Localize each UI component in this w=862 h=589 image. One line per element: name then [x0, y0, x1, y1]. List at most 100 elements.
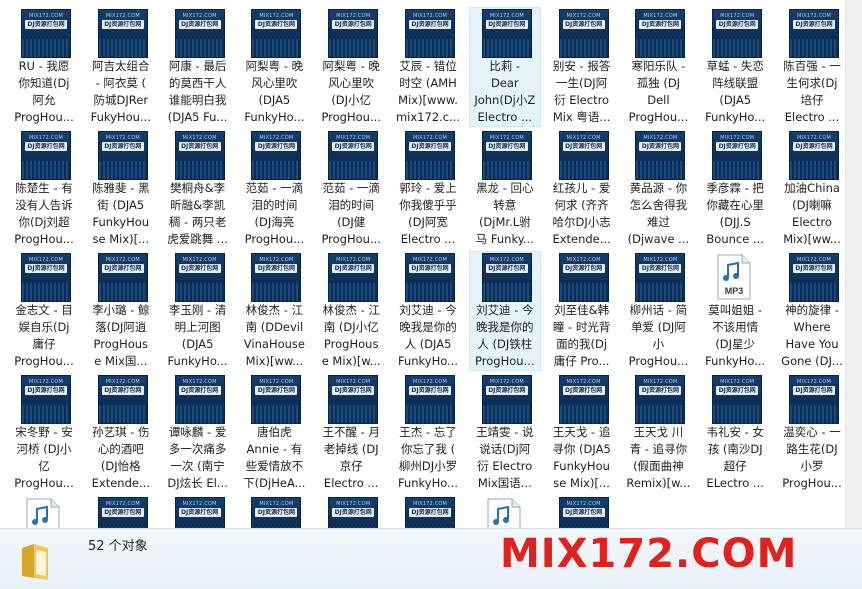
album-thumbnail: MIX172.COM DJ资源打包网 — [406, 254, 454, 301]
file-item[interactable]: MP3 — [469, 495, 541, 528]
thumbnail-site-text: MIX172.COM — [489, 257, 524, 263]
file-item[interactable]: MIX172.COM DJ资源打包网 陈雅斐 - 黑 街 (DJA5 FunkyHo… — [85, 129, 157, 249]
album-thumbnail: MIX172.COM DJ资源打包网 — [482, 10, 531, 57]
album-thumbnail: MIX172.COM DJ资源打包网 — [482, 376, 531, 423]
file-item[interactable]: MIX172.COM DJ资源打包网 阿康 - 最后 的莫西干人 谁能明白我 (DJ… — [162, 7, 234, 127]
thumbnail-site-text: MIX172.COM — [489, 135, 524, 141]
file-item[interactable]: MIX172.COM DJ资源打包网 陈百强 - 一 生何求(Dj 培仔 Elect… — [776, 7, 845, 127]
thumbnail-site-text: MIX172.COM — [412, 501, 448, 507]
file-item[interactable]: MIX172.COM DJ资源打包网 黄品源 - 你 怎么舍得我 难过 (Djwav… — [622, 129, 694, 249]
file-name: 王不醒 - 月 老掉线 (DJ 京仔 Electro ... — [322, 425, 380, 490]
file-item[interactable]: MIX172.COM DJ资源打包网 — [162, 495, 234, 528]
file-item[interactable]: MIX172.COM DJ资源打包网 林俊杰 - 江 南 (DDevil VinaH… — [238, 251, 310, 371]
file-item[interactable]: MIX172.COM DJ资源打包网 加油China (DJ喇嘛 Electro M… — [776, 129, 845, 249]
file-item[interactable]: MIX172.COM DJ资源打包网 温奕心 - 一 路生花(DJ 小罗 ProgH… — [776, 373, 845, 493]
file-item[interactable]: MIX172.COM DJ资源打包网 季彦霖 - 把 你藏在心里 (DJJ.S Bo… — [699, 129, 771, 249]
thumbnail-site-text: MIX172.COM — [566, 13, 601, 19]
file-item[interactable]: MIX172.COM DJ资源打包网 寒阳乐队 - 孤独 (DJ Dell Prog… — [622, 7, 694, 127]
file-item[interactable]: MIX172.COM DJ资源打包网 宋冬野 - 安 河桥 (DJ小 亿 ProgH… — [8, 373, 80, 493]
file-item[interactable]: MIX172.COM DJ资源打包网 比莉 - Dear John(Dj小Z Ele… — [468, 7, 541, 127]
thumbnail-brand-text: DJ资源打包网 — [562, 142, 605, 151]
file-item[interactable]: MIX172.COM DJ资源打包网 谭咏麟 - 爱 多一次痛多 一次 (南宁 DJ… — [162, 373, 234, 493]
album-thumbnail: MIX172.COM DJ资源打包网 — [790, 376, 838, 423]
file-item[interactable]: MIX172.COM DJ资源打包网 陈楚生 - 有 没有人告诉 你(Dj刘超 Pr… — [8, 129, 80, 249]
thumbnail-brand-text: DJ资源打包网 — [25, 20, 67, 29]
file-item[interactable]: MIX172.COM DJ资源打包网 神的旋律 - Where Have You G… — [776, 251, 845, 371]
file-item[interactable]: MIX172.COM DJ资源打包网 刘艾迪 - 今 晚我是你的 人 (DJ铁柱 P… — [468, 251, 541, 371]
thumbnail-wave — [175, 39, 224, 57]
file-item[interactable]: MIX172.COM DJ资源打包网 金志文 - 目 娱自乐(Dj 庸仔 ProgH… — [8, 251, 80, 371]
file-item[interactable]: MIX172.COM DJ资源打包网 别安 - 报答 一生(DJ阿 衍 Electr… — [546, 7, 618, 127]
file-name: 范茹 - 一滴 泪的时间 (DJ健 ProgHou... — [321, 181, 381, 246]
file-name: 孙艺琪 - 伤 心的酒吧 (DJ怡格 Extende... — [91, 425, 150, 490]
file-item[interactable]: MIX172.COM DJ资源打包网 阿梨粤 - 晚 风心里吹 (DJ小亿 Prog… — [315, 7, 387, 127]
thumbnail-wave — [482, 405, 531, 423]
thumbnail-site-text: MIX172.COM — [28, 13, 64, 19]
file-item[interactable]: MIX172.COM DJ资源打包网 范茹 - 一滴 泪的时间 (DJ海亮 Prog… — [238, 129, 310, 249]
file-item[interactable]: MIX172.COM DJ资源打包网 刘艾迪 - 今 晚我是你的 人 (DJA5 F… — [392, 251, 464, 371]
file-item[interactable]: MIX172.COM DJ资源打包网 RU - 我愿 你知道(Dj 阿允 ProgH… — [8, 7, 80, 127]
file-item[interactable]: MIX172.COM DJ资源打包网 阿吉太组合 - 阿衣莫 ( 防城DJRer F… — [85, 7, 157, 127]
thumbnail-wave — [636, 161, 685, 179]
thumbnail-wave — [636, 405, 685, 423]
file-name: 黑龙 - 回心 转意 (DjMr.L驸 马 Funky... — [475, 181, 534, 246]
file-item[interactable]: MIX172.COM DJ资源打包网 王天戈 - 追 寻你 (DJA5 FunkyH… — [546, 373, 618, 493]
file-item[interactable]: MP3 莫叫姐姐 - 不该用情 (DJ星少 FunkyHo... — [699, 251, 771, 371]
file-name: 刘艾迪 - 今 晚我是你的 人 (DJA5 FunkyHo... — [397, 303, 459, 368]
file-item[interactable]: MIX172.COM DJ资源打包网 樊桐舟&李 昕融&李凯 稠 - 两只老 虎爱跳… — [162, 129, 234, 249]
thumbnail-site-text: MIX172.COM — [259, 257, 294, 263]
file-item[interactable]: MIX172.COM DJ资源打包网 — [85, 495, 157, 528]
file-name: 唐伯虎 Annie - 有 些爱情放不 下(DjHeA... — [243, 425, 306, 490]
album-thumbnail: MIX172.COM DJ资源打包网 — [252, 498, 301, 528]
thumbnail-site-text: MIX172.COM — [105, 13, 140, 19]
file-item[interactable]: MIX172.COM DJ资源打包网 郭玲 - 爱上 你我傻乎乎 (DJ阿宽 Ele… — [392, 129, 464, 249]
file-item[interactable]: MIX172.COM DJ资源打包网 范茹 - 一滴 泪的时间 (DJ健 ProgH… — [315, 129, 387, 249]
thumbnail-wave — [98, 283, 147, 301]
file-item[interactable]: MIX172.COM DJ资源打包网 李玉刚 - 清 明上河图 (DJA5 Funk… — [162, 251, 234, 371]
thumbnail-site-text: MIX172.COM — [336, 13, 371, 19]
thumbnail-site-text: MIX172.COM — [336, 379, 371, 385]
file-item[interactable]: MIX172.COM DJ资源打包网 王天戈 川 青 - 追寻你 (假面曲神 Rem… — [622, 373, 694, 493]
album-thumbnail: MIX172.COM DJ资源打包网 — [22, 10, 70, 57]
file-name: 李玉刚 - 清 明上河图 (DJA5 FunkyHo... — [167, 303, 228, 368]
file-item[interactable]: MIX172.COM DJ资源打包网 柳州话 - 简 单爱 (DJ阿 小 ProgH… — [622, 251, 694, 371]
file-item[interactable]: MIX172.COM DJ资源打包网 韦礼安 - 女 孩 (南沙DJ 超仔 ELec… — [699, 373, 771, 493]
file-item[interactable]: MIX172.COM DJ资源打包网 王靖雯 - 说 说话(Dj阿 衍 Electr… — [469, 373, 541, 493]
file-item[interactable]: MP3 — [8, 495, 80, 528]
file-item[interactable]: MIX172.COM DJ资源打包网 阿梨粤 - 晚 风心里吹 (DJA5 Funk… — [238, 7, 310, 127]
file-item[interactable]: MIX172.COM DJ资源打包网 王不醒 - 月 老掉线 (DJ 京仔 Elec… — [315, 373, 387, 493]
file-item[interactable]: MIX172.COM DJ资源打包网 红孩儿 - 爱 何求 (齐齐 哈尔DJ小志 E… — [546, 129, 618, 249]
file-item[interactable]: MIX172.COM DJ资源打包网 孙艺琪 - 伤 心的酒吧 (DJ怡格 Exte… — [85, 373, 157, 493]
file-item[interactable]: MIX172.COM DJ资源打包网 黑龙 - 回心 转意 (DjMr.L驸 马 F… — [469, 129, 541, 249]
file-name: 阿梨粤 - 晚 风心里吹 (DJA5 FunkyHo... — [244, 59, 305, 124]
thumbnail-brand-text: DJ资源打包网 — [178, 20, 221, 29]
thumbnail-wave — [636, 39, 685, 57]
album-thumbnail: MIX172.COM DJ资源打包网 — [22, 132, 70, 179]
thumbnail-wave — [175, 405, 224, 423]
file-name: 王天戈 川 青 - 追寻你 (假面曲神 Remix)[w... — [626, 425, 691, 490]
thumbnail-wave — [713, 405, 762, 423]
thumbnail-wave — [22, 405, 70, 423]
file-item[interactable]: MIX172.COM DJ资源打包网 林俊杰 - 江 南 (DJ小亿 ProgHou… — [315, 251, 387, 371]
vertical-scrollbar[interactable] — [845, 0, 862, 528]
album-thumbnail: MIX172.COM DJ资源打包网 — [175, 10, 224, 57]
album-thumbnail: MIX172.COM DJ资源打包网 — [175, 376, 224, 423]
file-item[interactable]: MIX172.COM DJ资源打包网 — [546, 495, 618, 528]
file-item[interactable]: MIX172.COM DJ资源打包网 刘至佳&韩 瞳 - 时光背 面的我(Dj 庸仔… — [546, 251, 618, 371]
file-item[interactable]: MIX172.COM DJ资源打包网 唐伯虎 Annie - 有 些爱情放不 下(D… — [238, 373, 310, 493]
file-name: 柳州话 - 简 单爱 (DJ阿 小 ProgHou... — [628, 303, 689, 368]
thumbnail-brand-text: DJ资源打包网 — [409, 142, 451, 151]
file-item[interactable]: MIX172.COM DJ资源打包网 艾辰 - 错位 时空 (AMH Mix)[ww… — [392, 7, 464, 127]
file-item[interactable]: MIX172.COM DJ资源打包网 王杰 - 忘了 你忘了我 ( 柳州DJ小罗 F… — [392, 373, 464, 493]
thumbnail-brand-text: DJ资源打包网 — [255, 142, 298, 151]
file-item[interactable]: MIX172.COM DJ资源打包网 — [392, 495, 464, 528]
thumbnail-site-text: MIX172.COM — [643, 13, 678, 19]
thumbnail-site-text: MIX172.COM — [28, 379, 64, 385]
file-item[interactable]: MIX172.COM DJ资源打包网 — [238, 495, 310, 528]
thumbnail-brand-text: DJ资源打包网 — [255, 20, 298, 29]
thumbnail-brand-text: DJ资源打包网 — [25, 142, 67, 151]
file-item[interactable]: MIX172.COM DJ资源打包网 — [315, 495, 387, 528]
album-thumbnail: MIX172.COM DJ资源打包网 — [406, 10, 454, 57]
file-item[interactable]: MIX172.COM DJ资源打包网 李小璐 - 鲸 落(DJ阿逍 ProgHous… — [85, 251, 157, 371]
file-item[interactable]: MIX172.COM DJ资源打包网 草蜢 - 失恋 阵线联盟 (DJA5 Funk… — [699, 7, 771, 127]
